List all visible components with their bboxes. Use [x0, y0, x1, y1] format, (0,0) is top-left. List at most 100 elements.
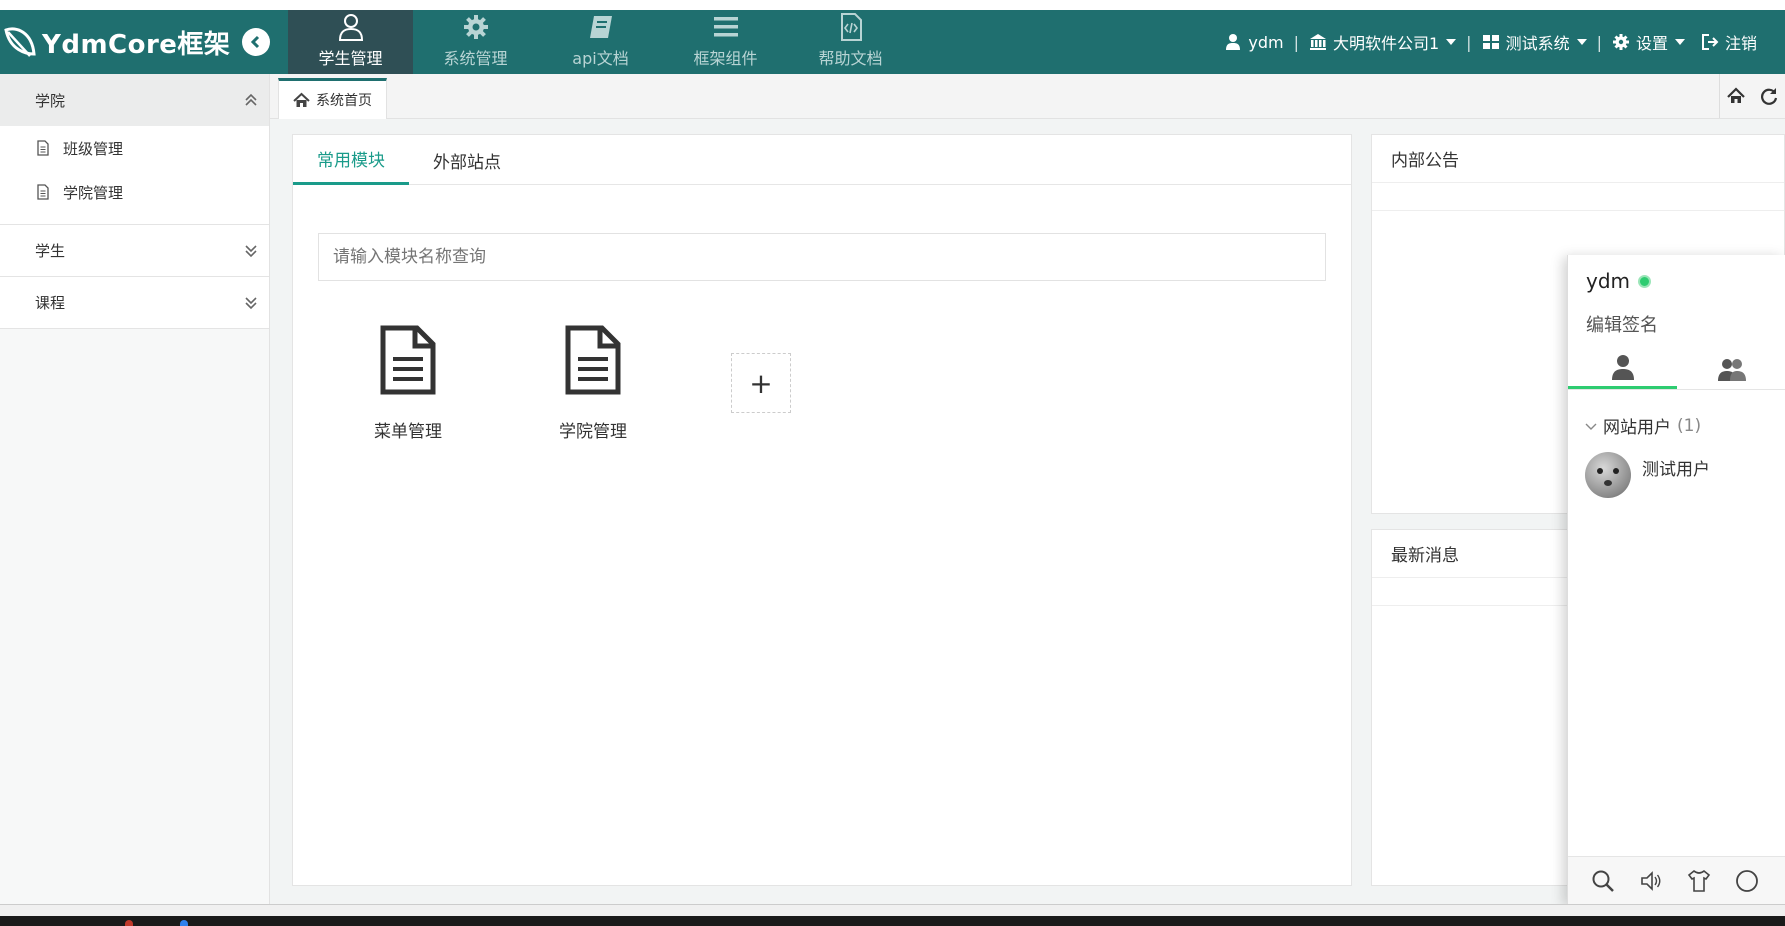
- gear-icon: [1612, 34, 1629, 50]
- sidebar-group-student[interactable]: 学生: [0, 225, 269, 277]
- collapse-sidebar-button[interactable]: [242, 28, 271, 56]
- sidebar: 学院 班级管理 学院管理 学生 课程: [0, 74, 270, 904]
- info-icon[interactable]: [1734, 868, 1760, 894]
- tab-tools: [1719, 74, 1785, 118]
- topnav-api-docs[interactable]: api文档: [538, 10, 663, 74]
- topnav-label: 系统管理: [443, 49, 508, 68]
- taskbar-app-icon[interactable]: [125, 920, 133, 926]
- chat-tabs: [1568, 348, 1785, 390]
- sidebar-group-label: 课程: [35, 294, 66, 312]
- module-search-input[interactable]: [318, 233, 1326, 281]
- person-icon: [1611, 355, 1634, 380]
- module-list: 菜单管理 学院管理: [338, 325, 708, 442]
- document-icon: [565, 325, 621, 395]
- sidebar-group-course[interactable]: 课程: [0, 277, 269, 329]
- refresh-icon[interactable]: [1760, 87, 1778, 105]
- window-top-strip: [0, 0, 1785, 10]
- separator: |: [1466, 32, 1472, 52]
- tab-system-home[interactable]: 系统首页: [278, 78, 387, 119]
- chat-group-count: (1): [1677, 415, 1702, 436]
- taskbar-app-icon[interactable]: [180, 920, 188, 926]
- tab-common-modules[interactable]: 常用模块: [293, 135, 409, 185]
- avatar: [1585, 452, 1631, 498]
- home-icon: [293, 92, 310, 107]
- module-label: 学院管理: [559, 422, 627, 442]
- logout-label: 注销: [1724, 34, 1757, 53]
- code-file-icon: [840, 13, 862, 41]
- document-icon: [37, 184, 49, 200]
- logo-text: YdmCore框架: [42, 29, 231, 60]
- notice-title: 内部公告: [1372, 135, 1784, 183]
- sidebar-item-label: 班级管理: [63, 139, 124, 158]
- chat-user-name: 测试用户: [1642, 460, 1710, 480]
- caret-down-icon: [1576, 39, 1587, 45]
- topnav-help-docs[interactable]: 帮助文档: [788, 10, 913, 74]
- user-icon: [1226, 34, 1241, 50]
- header-right: ydm | 大明软件公司1 | 测试系统 | 设置 注销: [1216, 10, 1765, 74]
- caret-down-icon: [1674, 39, 1685, 45]
- logout-icon: [1701, 34, 1719, 50]
- document-icon: [37, 140, 49, 156]
- user-menu[interactable]: ydm: [1216, 33, 1291, 52]
- caret-down-icon: [1446, 39, 1457, 45]
- tab-friends[interactable]: [1568, 348, 1677, 389]
- chat-user-item[interactable]: 测试用户: [1585, 452, 1710, 498]
- company-name: 大明软件公司1: [1332, 34, 1440, 53]
- topnav-framework-components[interactable]: 框架组件: [663, 10, 788, 74]
- sidebar-item-label: 学院管理: [63, 183, 124, 202]
- sidebar-item-college-management[interactable]: 学院管理: [0, 170, 269, 214]
- group-icon: [1717, 358, 1746, 381]
- topnav-system-management[interactable]: 系统管理: [413, 10, 538, 74]
- edit-signature[interactable]: 编辑签名: [1586, 311, 1658, 337]
- system-dropdown[interactable]: 测试系统: [1474, 30, 1595, 54]
- tab-groups[interactable]: [1677, 348, 1785, 389]
- leaf-logo-icon: [4, 27, 36, 57]
- document-icon: [380, 325, 436, 395]
- tab-external-sites[interactable]: 外部站点: [409, 135, 525, 185]
- chat-username: ydm: [1586, 269, 1631, 293]
- separator: |: [1596, 32, 1602, 52]
- sidebar-group-college[interactable]: 学院: [0, 74, 269, 126]
- chevron-down-icon: [1585, 423, 1597, 430]
- logout-button[interactable]: 注销: [1693, 30, 1765, 54]
- os-taskbar: [0, 916, 1785, 926]
- add-module-button[interactable]: +: [731, 353, 791, 413]
- user-icon: [338, 14, 363, 41]
- editor-status-bar: [0, 904, 1785, 916]
- home-icon[interactable]: [1727, 87, 1746, 105]
- sidebar-subitems: 班级管理 学院管理: [0, 126, 269, 225]
- module-label: 菜单管理: [374, 422, 442, 442]
- search-icon[interactable]: [1590, 868, 1616, 894]
- speaker-icon[interactable]: [1638, 868, 1664, 894]
- grid-icon: [1482, 35, 1499, 49]
- topnav-label: 学生管理: [318, 49, 383, 68]
- topnav-student-management[interactable]: 学生管理: [288, 10, 413, 74]
- chat-panel: ydm 编辑签名 网站用户 (1) 测试用户: [1567, 255, 1785, 904]
- bars-icon: [713, 17, 738, 37]
- module-menu-management[interactable]: 菜单管理: [338, 325, 478, 442]
- app-header: YdmCore框架 学生管理 系统管理 api文档 框架组件 帮助文档 ydm …: [0, 10, 1785, 74]
- separator: |: [1293, 32, 1299, 52]
- topnav-label: 帮助文档: [818, 49, 883, 68]
- double-chevron-down-icon: [245, 244, 257, 257]
- topnav-label: api文档: [572, 49, 629, 68]
- topnav-label: 框架组件: [693, 49, 758, 68]
- sidebar-item-class-management[interactable]: 班级管理: [0, 126, 269, 170]
- settings-dropdown[interactable]: 设置: [1604, 30, 1693, 54]
- company-dropdown[interactable]: 大明软件公司1: [1301, 30, 1464, 54]
- chat-group-label: 网站用户: [1603, 418, 1671, 438]
- online-status-icon[interactable]: [1638, 274, 1652, 288]
- notice-divider: [1372, 183, 1784, 211]
- module-college-management[interactable]: 学院管理: [523, 325, 663, 442]
- logo: YdmCore框架: [0, 10, 288, 74]
- modules-panel: 常用模块 外部站点 菜单管理 学院管理 +: [292, 134, 1352, 886]
- settings-label: 设置: [1635, 34, 1668, 53]
- user-name: ydm: [1248, 32, 1284, 52]
- chat-group-site-users[interactable]: 网站用户 (1): [1584, 413, 1701, 438]
- double-chevron-up-icon: [245, 93, 257, 106]
- chat-user-header: ydm: [1586, 269, 1652, 293]
- skin-shirt-icon[interactable]: [1686, 868, 1712, 894]
- page-tab-bar: 系统首页: [270, 74, 1785, 119]
- gear-icon: [463, 15, 488, 39]
- bank-icon: [1309, 34, 1326, 50]
